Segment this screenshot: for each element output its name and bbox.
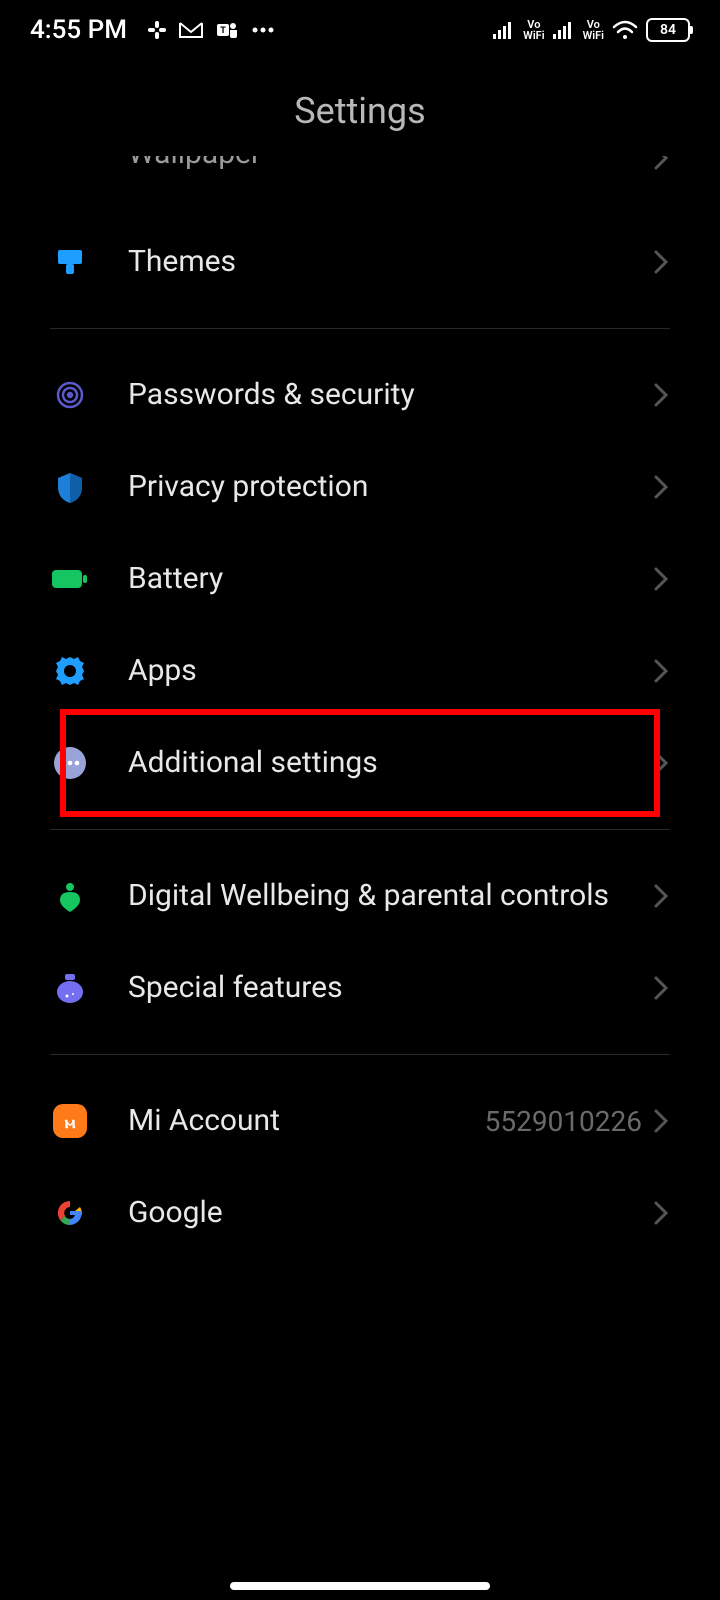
mi-logo-icon: ⲙ xyxy=(50,1101,90,1141)
chevron-right-icon xyxy=(652,156,670,172)
svg-text:T: T xyxy=(220,26,226,36)
gear-icon xyxy=(50,651,90,691)
home-indicator[interactable] xyxy=(230,1582,490,1590)
chevron-right-icon xyxy=(652,1107,670,1135)
battery-level: 84 xyxy=(660,22,676,38)
chevron-right-icon xyxy=(652,473,670,501)
list-item-label: Passwords & security xyxy=(128,376,652,414)
mi-account-value: 5529010226 xyxy=(485,1105,642,1138)
fingerprint-icon xyxy=(50,375,90,415)
battery-icon: 84 xyxy=(646,18,690,42)
list-item-label: Special features xyxy=(128,969,652,1007)
section-divider xyxy=(50,1054,670,1055)
wellbeing-icon xyxy=(50,876,90,916)
chevron-right-icon xyxy=(652,882,670,910)
chevron-right-icon xyxy=(652,381,670,409)
battery-setting-icon xyxy=(50,559,90,599)
list-item-themes[interactable]: Themes xyxy=(30,216,690,308)
list-item-additional-settings[interactable]: Additional settings xyxy=(30,717,690,809)
list-item-passwords-security[interactable]: Passwords & security xyxy=(30,349,690,441)
highlighted-row-wrap: Additional settings xyxy=(30,717,690,809)
list-item-battery[interactable]: Battery xyxy=(30,533,690,625)
teams-icon: T xyxy=(215,18,239,42)
section-divider xyxy=(50,829,670,830)
flask-icon xyxy=(50,968,90,1008)
shield-icon xyxy=(50,467,90,507)
list-item-digital-wellbeing[interactable]: Digital Wellbeing & parental controls xyxy=(30,850,690,942)
vowifi-bottom-2: WiFi xyxy=(583,30,604,41)
slack-icon xyxy=(147,18,167,42)
list-item-label: Additional settings xyxy=(128,744,652,782)
vowifi-2-icon: Vo WiFi xyxy=(583,19,604,41)
section-divider xyxy=(50,328,670,329)
settings-list: Wallpaper Themes Passwords & security Pr… xyxy=(0,156,720,1259)
page-header: Settings xyxy=(0,60,720,162)
chevron-right-icon xyxy=(652,749,670,777)
status-right: Vo WiFi Vo WiFi 84 xyxy=(493,18,690,42)
chevron-right-icon xyxy=(652,565,670,593)
list-item-label: Wallpaper xyxy=(128,156,652,172)
signal-2-icon xyxy=(553,21,575,39)
list-item-label: Privacy protection xyxy=(128,468,652,506)
svg-text:ⲙ: ⲙ xyxy=(65,1112,76,1132)
chevron-right-icon xyxy=(652,1199,670,1227)
list-item-label: Battery xyxy=(128,560,652,598)
vowifi-bottom: WiFi xyxy=(523,30,544,41)
dots-circle-icon xyxy=(50,743,90,783)
gmail-icon xyxy=(179,18,203,42)
page-title: Settings xyxy=(0,90,720,132)
list-item-label: Apps xyxy=(128,652,652,690)
list-item-label: Mi Account xyxy=(128,1102,485,1140)
list-item-mi-account[interactable]: ⲙ Mi Account 5529010226 xyxy=(30,1075,690,1167)
vowifi-1-icon: Vo WiFi xyxy=(523,19,544,41)
signal-1-icon xyxy=(493,21,515,39)
list-item-wallpaper[interactable]: Wallpaper xyxy=(30,156,690,216)
list-item-google[interactable]: Google xyxy=(30,1167,690,1259)
list-item-label: Google xyxy=(128,1194,652,1232)
wifi-icon xyxy=(612,18,638,42)
list-item-privacy[interactable]: Privacy protection xyxy=(30,441,690,533)
chevron-right-icon xyxy=(652,248,670,276)
chevron-right-icon xyxy=(652,974,670,1002)
status-time: 4:55 PM xyxy=(30,15,127,45)
status-left: 4:55 PM T xyxy=(30,15,275,45)
status-bar: 4:55 PM T Vo WiFi Vo WiFi xyxy=(0,0,720,60)
chevron-right-icon xyxy=(652,657,670,685)
list-item-label: Themes xyxy=(128,243,652,281)
list-item-apps[interactable]: Apps xyxy=(30,625,690,717)
wallpaper-icon xyxy=(50,156,90,172)
google-logo-icon xyxy=(50,1193,90,1233)
list-item-label: Digital Wellbeing & parental controls xyxy=(128,877,652,915)
list-item-special-features[interactable]: Special features xyxy=(30,942,690,1034)
themes-icon xyxy=(50,242,90,282)
more-dots-icon xyxy=(251,18,275,42)
